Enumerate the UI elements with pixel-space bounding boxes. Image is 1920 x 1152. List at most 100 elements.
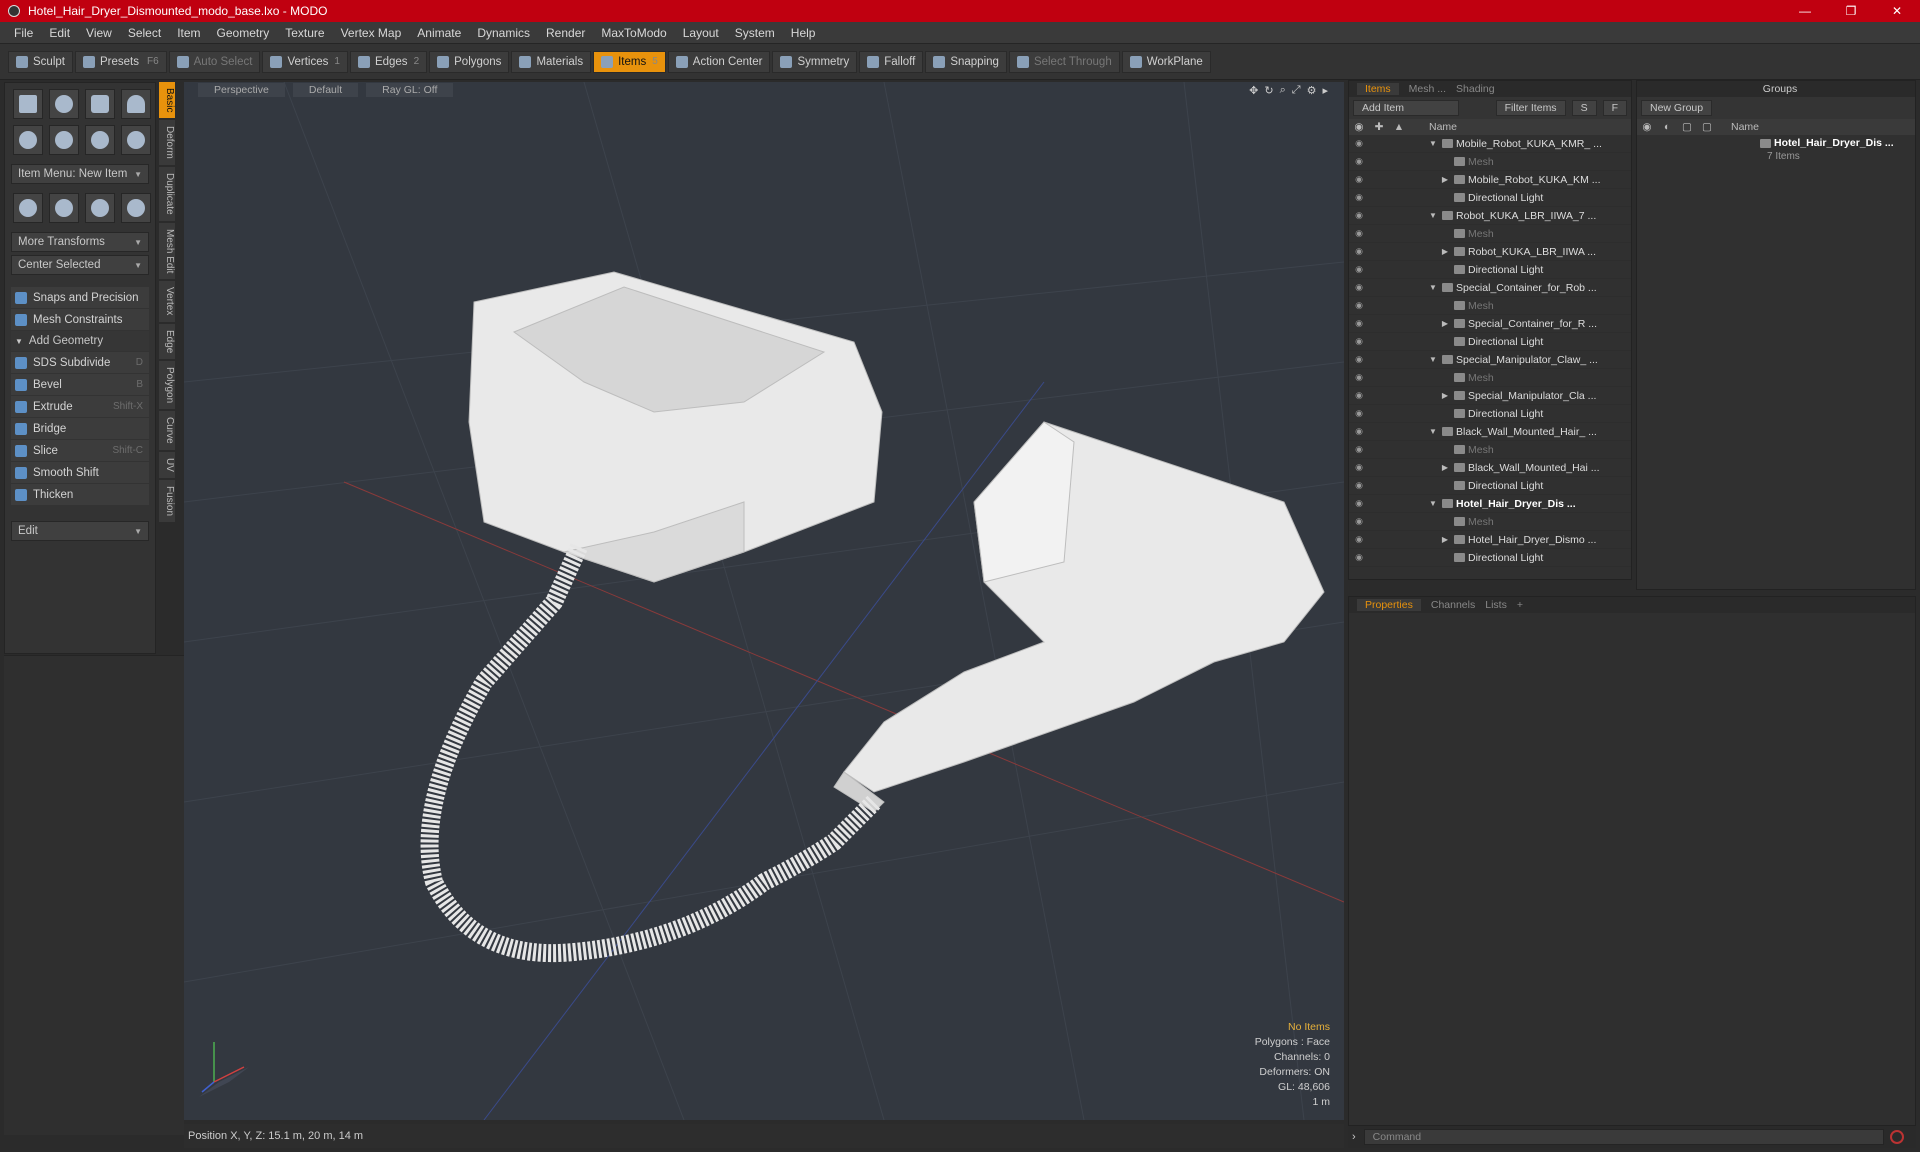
items-tree-row[interactable]: ◉ ▶ Special_Container_for_R ... xyxy=(1349,315,1631,333)
tab-mesh[interactable]: Mesh ... xyxy=(1409,83,1446,95)
text-tool-button[interactable] xyxy=(121,125,151,155)
orbit-icon[interactable]: ↻ xyxy=(1264,84,1273,97)
visibility-eye-icon[interactable]: ◉ xyxy=(1349,192,1369,203)
extrude-button[interactable]: Extrude Shift-X xyxy=(11,396,149,417)
3d-viewport[interactable]: Perspective Default Ray GL: Off ✥ ↻ ⌕ ⤢ … xyxy=(184,82,1344,1120)
visibility-eye-icon[interactable]: ◉ xyxy=(1349,228,1369,239)
visibility-eye-icon[interactable]: ◉ xyxy=(1349,426,1369,437)
expand-toggle-icon[interactable]: ▶ xyxy=(1439,319,1451,328)
more-transforms-dropdown[interactable]: More Transforms ▼ xyxy=(11,232,149,252)
visibility-eye-icon[interactable]: ◉ xyxy=(1349,480,1369,491)
minimize-button[interactable]: — xyxy=(1782,0,1828,22)
menu-maxtomodo[interactable]: MaxToModo xyxy=(593,26,674,40)
tab-duplicate[interactable]: Duplicate xyxy=(159,167,175,221)
visibility-eye-icon[interactable]: ◉ xyxy=(1349,498,1369,509)
tab-deform[interactable]: Deform xyxy=(159,120,175,166)
visibility-eye-icon[interactable]: ◉ xyxy=(1349,390,1369,401)
mesh-constraints-button[interactable]: Mesh Constraints xyxy=(11,309,149,330)
record-icon[interactable] xyxy=(1889,1130,1904,1144)
items-tree-row[interactable]: ◉ Mesh xyxy=(1349,369,1631,387)
menu-layout[interactable]: Layout xyxy=(675,26,727,40)
tab-uv[interactable]: UV xyxy=(159,451,175,478)
tab-fusion[interactable]: Fusion xyxy=(159,479,175,522)
visibility-eye-icon[interactable]: ◉ xyxy=(1349,516,1369,527)
items-tree-row[interactable]: ◉ ▼ Robot_KUKA_LBR_IIWA_7 ... xyxy=(1349,207,1631,225)
materials-button[interactable]: Materials xyxy=(511,50,592,73)
visibility-eye-icon[interactable]: ◉ xyxy=(1349,534,1369,545)
ray-gl-toggle[interactable]: Ray GL: Off xyxy=(366,83,454,97)
sphere-tool-button[interactable] xyxy=(49,89,79,119)
visibility-eye-icon[interactable]: ◉ xyxy=(1349,210,1369,221)
menu-item[interactable]: Item xyxy=(169,26,208,40)
tab-polygon[interactable]: Polygon xyxy=(159,361,175,410)
s-button[interactable]: S xyxy=(1571,100,1597,116)
menu-texture[interactable]: Texture xyxy=(277,26,332,40)
menu-dynamics[interactable]: Dynamics xyxy=(469,26,538,40)
menu-geometry[interactable]: Geometry xyxy=(209,26,278,40)
visibility-eye-icon[interactable]: ◉ xyxy=(1349,138,1369,149)
tab-lists[interactable]: Lists xyxy=(1485,599,1507,611)
visibility-eye-icon[interactable]: ◉ xyxy=(1349,282,1369,293)
rotate-tool-button[interactable] xyxy=(49,193,79,223)
snapping-button[interactable]: Snapping xyxy=(925,50,1007,73)
tab-properties[interactable]: Properties xyxy=(1357,599,1421,611)
items-tree-row[interactable]: ◉ Mesh xyxy=(1349,441,1631,459)
cone-tool-button[interactable] xyxy=(121,89,151,119)
tab-basic[interactable]: Basic xyxy=(159,82,175,119)
pen-tool-button[interactable] xyxy=(85,125,115,155)
workplane-button[interactable]: WorkPlane xyxy=(1121,50,1211,73)
visibility-eye-icon[interactable]: ◉ xyxy=(1349,336,1369,347)
items-tree-row[interactable]: ◉ Directional Light xyxy=(1349,405,1631,423)
visibility-eye-icon[interactable]: ◉ xyxy=(1349,318,1369,329)
view-mode-dropdown[interactable]: Perspective xyxy=(198,83,285,97)
item-menu-dropdown[interactable]: Item Menu: New Item ▼ xyxy=(11,164,149,184)
visibility-eye-icon[interactable]: ◉ xyxy=(1349,552,1369,563)
sculpt-button[interactable]: Sculpt xyxy=(8,50,73,73)
visibility-eye-icon[interactable]: ◉ xyxy=(1349,372,1369,383)
sds-subdivide-button[interactable]: SDS Subdivide D xyxy=(11,352,149,373)
expand-toggle-icon[interactable]: ▼ xyxy=(1427,139,1439,148)
visibility-eye-icon[interactable]: ◉ xyxy=(1349,462,1369,473)
edit-dropdown[interactable]: Edit ▼ xyxy=(11,521,149,541)
transform-tool-button[interactable] xyxy=(121,193,151,223)
vertices-button[interactable]: Vertices 1 xyxy=(262,50,348,73)
tab-vertex[interactable]: Vertex xyxy=(159,281,175,322)
menu-help[interactable]: Help xyxy=(783,26,824,40)
menu-render[interactable]: Render xyxy=(538,26,593,40)
menu-file[interactable]: File xyxy=(6,26,41,40)
items-tree-row[interactable]: ◉ ▶ Robot_KUKA_LBR_IIWA ... xyxy=(1349,243,1631,261)
visibility-eye-icon[interactable]: ◉ xyxy=(1349,156,1369,167)
snaps-precision-button[interactable]: Snaps and Precision xyxy=(11,287,149,308)
maximize-button[interactable]: ❐ xyxy=(1828,0,1874,22)
items-tree-row[interactable]: ◉ Mesh xyxy=(1349,297,1631,315)
visibility-eye-icon[interactable]: ◉ xyxy=(1349,444,1369,455)
action-center-button[interactable]: Action Center xyxy=(667,50,771,73)
close-button[interactable]: ✕ xyxy=(1874,0,1920,22)
tab-curve[interactable]: Curve xyxy=(159,411,175,450)
items-tree-row[interactable]: ◉ ▶ Mobile_Robot_KUKA_KM ... xyxy=(1349,171,1631,189)
tab-items[interactable]: Items xyxy=(1357,83,1399,95)
thicken-button[interactable]: Thicken xyxy=(11,484,149,505)
visibility-eye-icon[interactable]: ◉ xyxy=(1349,408,1369,419)
add-tab-button[interactable]: + xyxy=(1517,599,1523,611)
items-tree-row[interactable]: ◉ Directional Light xyxy=(1349,261,1631,279)
menu-view[interactable]: View xyxy=(78,26,120,40)
items-tree-row[interactable]: ◉ Directional Light xyxy=(1349,333,1631,351)
items-button[interactable]: Items 5 xyxy=(593,50,666,73)
add-item-button[interactable]: Add Item xyxy=(1353,100,1459,116)
filter-items-button[interactable]: Filter Items xyxy=(1495,100,1566,116)
edges-button[interactable]: Edges 2 xyxy=(349,50,428,73)
bridge-button[interactable]: Bridge xyxy=(11,418,149,439)
new-group-button[interactable]: New Group xyxy=(1641,100,1713,116)
maximize-icon[interactable]: ⤢ xyxy=(1292,84,1301,97)
polygons-button[interactable]: Polygons xyxy=(429,50,510,73)
expand-toggle-icon[interactable]: ▼ xyxy=(1427,499,1439,508)
falloff-button[interactable]: Falloff xyxy=(859,50,924,73)
items-tree-row[interactable]: ◉ ▶ Black_Wall_Mounted_Hai ... xyxy=(1349,459,1631,477)
capsule-tool-button[interactable] xyxy=(49,125,79,155)
items-tree-row[interactable]: ◉ Directional Light xyxy=(1349,477,1631,495)
expand-toggle-icon[interactable]: ▶ xyxy=(1439,247,1451,256)
items-tree-row[interactable]: ◉ ▼ Mobile_Robot_KUKA_KMR_ ... xyxy=(1349,135,1631,153)
cube-tool-button[interactable] xyxy=(13,89,43,119)
expand-toggle-icon[interactable]: ▶ xyxy=(1439,463,1451,472)
